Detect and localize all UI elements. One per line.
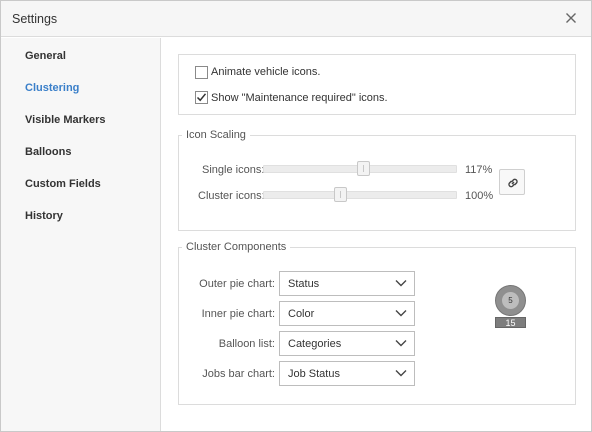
dialog-title: Settings bbox=[12, 12, 58, 26]
cluster-icons-slider[interactable] bbox=[263, 187, 457, 202]
single-icons-slider-thumb[interactable] bbox=[357, 161, 370, 176]
cluster-icons-slider-thumb[interactable] bbox=[334, 187, 347, 202]
sidebar-item-balloons[interactable]: Balloons bbox=[25, 146, 71, 158]
single-icons-label: Single icons: bbox=[202, 164, 265, 176]
icon-scaling-panel: Icon Scaling Single icons: 117% Cluster … bbox=[178, 129, 576, 231]
single-icons-slider[interactable] bbox=[263, 161, 457, 176]
balloon-list-label: Balloon list: bbox=[218, 338, 275, 350]
balloon-list-value: Categories bbox=[288, 338, 342, 350]
cluster-icons-value: 100% bbox=[465, 190, 494, 202]
cluster-preview-bubble: 5 bbox=[495, 285, 526, 316]
icon-scaling-legend: Icon Scaling bbox=[182, 129, 250, 141]
sidebar-item-clustering[interactable]: Clustering bbox=[25, 82, 79, 94]
animate-icons-checkbox[interactable] bbox=[195, 66, 208, 79]
inner-pie-label: Inner pie chart: bbox=[201, 308, 275, 320]
single-icons-value: 117% bbox=[465, 164, 493, 176]
show-maintenance-label: Show "Maintenance required" icons. bbox=[211, 92, 388, 104]
cluster-components-legend: Cluster Components bbox=[182, 241, 291, 253]
close-button[interactable] bbox=[563, 10, 579, 26]
title-bar: Settings bbox=[1, 1, 591, 37]
sidebar-item-custom-fields[interactable]: Custom Fields bbox=[25, 178, 101, 190]
close-icon bbox=[566, 13, 576, 23]
jobs-bar-value: Job Status bbox=[288, 368, 340, 380]
checkmark-icon bbox=[196, 93, 207, 102]
animate-icons-label: Animate vehicle icons. bbox=[211, 66, 321, 78]
show-maintenance-checkbox[interactable] bbox=[195, 91, 208, 104]
cluster-preview-bar-count: 15 bbox=[495, 317, 526, 328]
jobs-bar-select[interactable]: Job Status bbox=[279, 361, 415, 386]
options-panel: Animate vehicle icons. Show "Maintenance… bbox=[178, 54, 576, 115]
jobs-bar-label: Jobs bar chart: bbox=[202, 368, 275, 380]
inner-pie-value: Color bbox=[288, 308, 315, 320]
link-scaling-button[interactable] bbox=[499, 169, 525, 195]
sidebar-item-general[interactable]: General bbox=[25, 50, 66, 62]
outer-pie-value: Status bbox=[288, 278, 320, 290]
sidebar-item-visible-markers[interactable]: Visible Markers bbox=[25, 114, 106, 126]
settings-dialog: Settings General Clustering Visible Mark… bbox=[0, 0, 592, 432]
outer-pie-label: Outer pie chart: bbox=[199, 278, 275, 290]
inner-pie-select[interactable]: Color bbox=[279, 301, 415, 326]
outer-pie-select[interactable]: Status bbox=[279, 271, 415, 296]
chevron-down-icon bbox=[395, 310, 407, 317]
sidebar-item-history[interactable]: History bbox=[25, 210, 63, 222]
chevron-down-icon bbox=[395, 340, 407, 347]
cluster-icons-label: Cluster icons: bbox=[198, 190, 265, 202]
settings-sidebar: General Clustering Visible Markers Ballo… bbox=[1, 38, 161, 431]
chevron-down-icon bbox=[395, 370, 407, 377]
cluster-preview-inner-count: 5 bbox=[502, 292, 519, 309]
link-icon bbox=[508, 178, 518, 188]
balloon-list-select[interactable]: Categories bbox=[279, 331, 415, 356]
chevron-down-icon bbox=[395, 280, 407, 287]
